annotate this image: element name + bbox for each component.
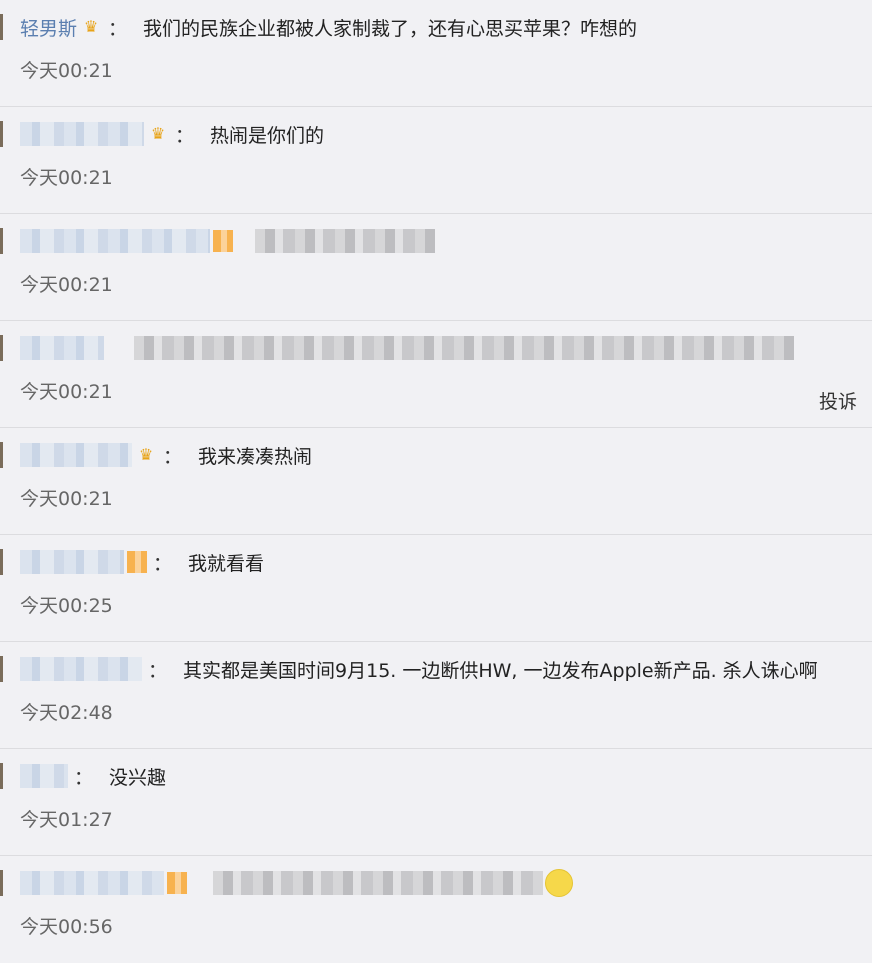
smiley-icon — [545, 869, 573, 897]
comment-text: 我们的民族企业都被人家制裁了，还有心思买苹果？咋想的 — [143, 17, 638, 40]
username-masked[interactable] — [20, 550, 124, 574]
comment-line — [20, 333, 794, 363]
comment-line: ♛ ： 热闹是你们的 — [20, 119, 324, 149]
comment-text: 热闹是你们的 — [210, 124, 325, 147]
comment-item: 今天00:21 投诉 — [0, 321, 872, 428]
avatar[interactable] — [0, 549, 3, 575]
comment-item: ♛ ： 热闹是你们的 今天00:21 — [0, 107, 872, 214]
comment-time: 今天00:21 — [20, 60, 113, 82]
crown-icon: ♛ — [83, 17, 99, 36]
comment-item: ♛ ： 我来凑凑热闹 今天00:21 — [0, 428, 872, 535]
comment-line: ♛ ： 我就看看 — [20, 547, 264, 577]
colon-separator: ： — [163, 445, 183, 468]
comment-text: 其实都是美国时间9月15. 一边断供HW, 一边发布Apple新产品. 杀人诛心… — [183, 659, 818, 682]
avatar[interactable] — [0, 121, 3, 147]
colon-separator: ： — [148, 659, 168, 682]
crown-icon: ♛ — [213, 230, 233, 252]
avatar[interactable] — [0, 335, 3, 361]
username-masked[interactable] — [20, 229, 210, 253]
comment-line: 轻男斯 ♛ ： 我们的民族企业都被人家制裁了，还有心思买苹果？咋想的 — [20, 12, 637, 42]
comment-text: 我就看看 — [188, 552, 265, 575]
comment-time: 今天00:56 — [20, 916, 113, 938]
comment-time: 今天00:21 — [20, 274, 113, 296]
gift-icon: ♛ — [167, 872, 187, 894]
crown-icon: ♛ — [150, 124, 166, 143]
crown-icon: ♛ — [127, 551, 147, 573]
avatar[interactable] — [0, 442, 3, 468]
comment-line: ： 其实都是美国时间9月15. 一边断供HW, 一边发布Apple新产品. 杀人… — [20, 654, 818, 684]
avatar[interactable] — [0, 14, 3, 40]
report-button[interactable]: 投诉 — [819, 387, 857, 414]
username-masked[interactable] — [20, 336, 104, 360]
comment-time: 今天01:27 — [20, 809, 113, 831]
comment-line: ♛ — [20, 868, 573, 898]
colon-separator: ： — [74, 766, 94, 789]
comment-time: 今天00:21 — [20, 381, 113, 403]
comment-text: 没兴趣 — [109, 766, 167, 789]
username-masked[interactable] — [20, 443, 132, 467]
comment-line: ： 没兴趣 — [20, 761, 166, 791]
comment-time: 今天02:48 — [20, 702, 113, 724]
comment-item: 轻男斯 ♛ ： 我们的民族企业都被人家制裁了，还有心思买苹果？咋想的 今天00:… — [0, 0, 872, 107]
comment-line: ♛ — [20, 226, 435, 256]
comment-text-masked — [134, 336, 794, 360]
username-link[interactable]: 轻男斯 — [20, 14, 77, 41]
avatar[interactable] — [0, 763, 3, 789]
username-masked[interactable] — [20, 764, 68, 788]
avatar[interactable] — [0, 870, 3, 896]
colon-separator: ： — [153, 552, 173, 575]
comment-time: 今天00:21 — [20, 488, 113, 510]
comment-item: ♛ 今天00:56 — [0, 856, 872, 963]
username-masked[interactable] — [20, 657, 142, 681]
comment-item: ： 没兴趣 今天01:27 — [0, 749, 872, 856]
colon-separator: ： — [175, 124, 195, 147]
comment-text-masked — [255, 229, 435, 253]
comment-time: 今天00:21 — [20, 167, 113, 189]
comment-item: ♛ 今天00:21 — [0, 214, 872, 321]
comment-text: 我来凑凑热闹 — [198, 445, 313, 468]
comment-text-masked — [213, 871, 543, 895]
comment-item: ♛ ： 我就看看 今天00:25 — [0, 535, 872, 642]
avatar[interactable] — [0, 228, 3, 254]
username-masked[interactable] — [20, 871, 164, 895]
comment-item: ： 其实都是美国时间9月15. 一边断供HW, 一边发布Apple新产品. 杀人… — [0, 642, 872, 749]
colon-separator: ： — [108, 17, 128, 40]
comment-line: ♛ ： 我来凑凑热闹 — [20, 440, 312, 470]
crown-icon: ♛ — [138, 445, 154, 464]
comment-time: 今天00:25 — [20, 595, 113, 617]
avatar[interactable] — [0, 656, 3, 682]
username-masked[interactable] — [20, 122, 144, 146]
